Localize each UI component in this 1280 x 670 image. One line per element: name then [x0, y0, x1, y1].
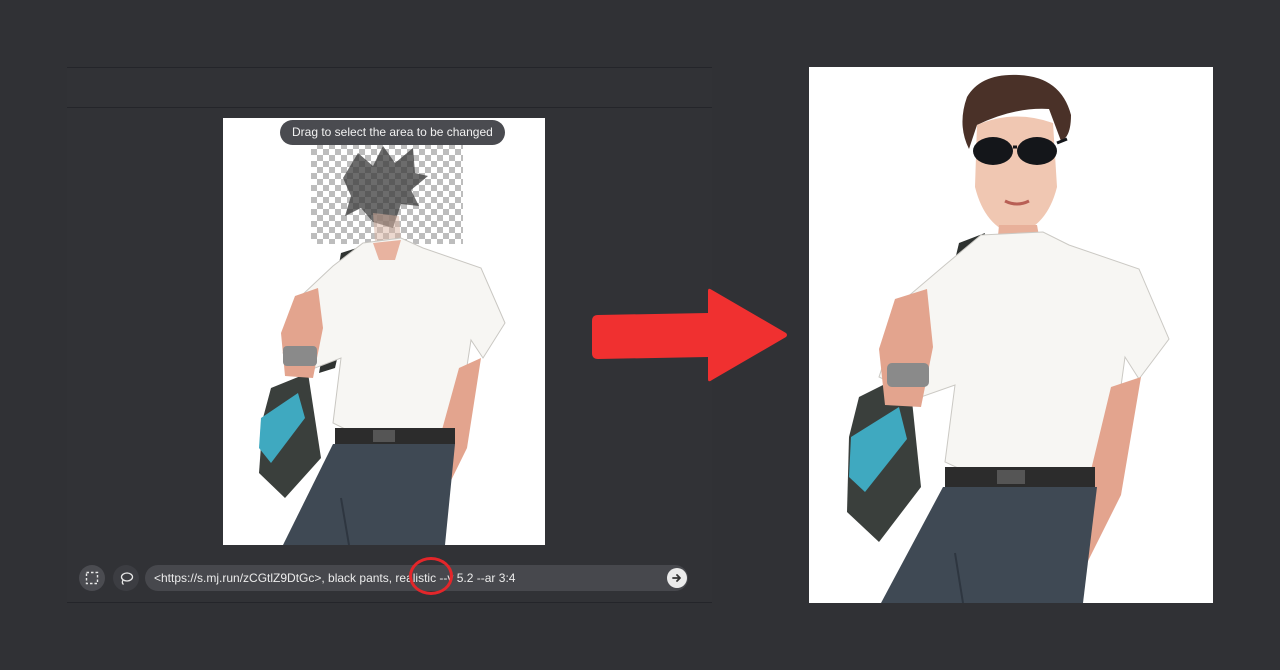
- submit-button[interactable]: [667, 568, 687, 588]
- selection-hint-tooltip: Drag to select the area to be changed: [280, 120, 505, 145]
- divider: [67, 67, 712, 68]
- character-illustration: [259, 146, 506, 545]
- rectangle-select-button[interactable]: [79, 565, 105, 591]
- lasso-select-button[interactable]: [113, 565, 139, 591]
- arrow-right-icon: [672, 574, 681, 582]
- version-highlight-circle: [409, 557, 453, 595]
- result-image: [809, 67, 1213, 603]
- lasso-icon: [120, 571, 133, 585]
- rectangle-select-icon: [85, 571, 99, 585]
- result-arrow-icon: [592, 288, 787, 382]
- edit-canvas[interactable]: [223, 118, 545, 545]
- result-character-illustration: [847, 74, 1170, 603]
- divider: [67, 602, 712, 603]
- comparison-stage: Drag to select the area to be changed <h…: [0, 0, 1280, 670]
- divider: [67, 107, 712, 108]
